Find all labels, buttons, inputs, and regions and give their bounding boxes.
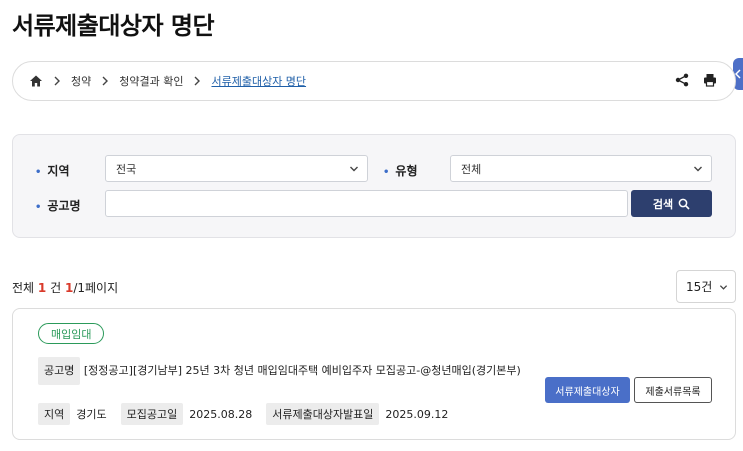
- home-icon[interactable]: [29, 74, 43, 88]
- chevron-down-icon: [350, 166, 358, 172]
- breadcrumb: 청약 청약결과 확인 서류제출대상자 명단: [12, 61, 736, 101]
- announce-date-value: 2025.09.12: [385, 407, 449, 421]
- type-select[interactable]: 전체: [450, 155, 712, 182]
- chevron-down-icon: [694, 166, 702, 172]
- notice-label: • 공고명: [35, 199, 81, 213]
- notice-title-row: 공고명 [정정공고][경기남부] 25년 3차 청년 매입임대주택 예비입주자 …: [38, 357, 568, 385]
- search-button-label: 검색: [652, 197, 674, 211]
- type-label: • 유형: [383, 164, 418, 178]
- region-label: • 지역: [35, 164, 70, 178]
- breadcrumb-item-apply[interactable]: 청약: [71, 73, 91, 89]
- page-size-select[interactable]: 15건: [676, 270, 736, 303]
- breadcrumb-current[interactable]: 서류제출대상자 명단: [211, 73, 306, 89]
- print-icon[interactable]: [703, 73, 717, 87]
- search-panel: • 지역 전국 • 유형 전체 • 공고명 검색: [12, 134, 736, 238]
- chevron-right-icon: [194, 76, 201, 86]
- chevron-right-icon: [54, 76, 60, 86]
- share-icon[interactable]: [675, 73, 689, 87]
- chevron-down-icon: [719, 285, 728, 290]
- notice-title-tag: 공고명: [38, 357, 81, 385]
- breadcrumb-tools: [675, 73, 717, 87]
- notice-date-tag: 모집공고일: [120, 403, 184, 425]
- document-targets-button[interactable]: 서류제출대상자: [545, 377, 630, 403]
- region-select[interactable]: 전국: [105, 155, 368, 182]
- required-documents-button[interactable]: 제출서류목록: [634, 377, 712, 403]
- type-select-value: 전체: [461, 162, 482, 176]
- notice-title[interactable]: [정정공고][경기남부] 25년 3차 청년 매입임대주택 예비입주자 모집공고…: [84, 364, 521, 377]
- notice-input[interactable]: [105, 190, 628, 217]
- category-badge: 매입임대: [38, 323, 105, 344]
- search-icon: [678, 198, 690, 210]
- notice-date-value: 2025.08.28: [189, 407, 253, 421]
- region-tag: 지역: [38, 403, 71, 425]
- result-card: 매입임대 공고명 [정정공고][경기남부] 25년 3차 청년 매입임대주택 예…: [12, 308, 736, 440]
- page-size-value: 15건: [686, 280, 713, 294]
- result-count: 1: [37, 281, 47, 295]
- announce-date-tag: 서류제출대상자발표일: [266, 403, 380, 425]
- search-button[interactable]: 검색: [631, 190, 712, 217]
- page-title: 서류제출대상자 명단: [12, 12, 215, 40]
- chevron-right-icon: [102, 76, 109, 86]
- notice-info-row: 지역 경기도 모집공고일 2025.08.28 서류제출대상자발표일 2025.…: [38, 403, 462, 425]
- chevron-left-icon: [735, 69, 741, 79]
- breadcrumb-item-result[interactable]: 청약결과 확인: [119, 73, 183, 89]
- region-select-value: 전국: [116, 162, 137, 176]
- region-value: 경기도: [76, 408, 107, 421]
- result-summary: 전체 1 건 1/1페이지: [12, 281, 119, 295]
